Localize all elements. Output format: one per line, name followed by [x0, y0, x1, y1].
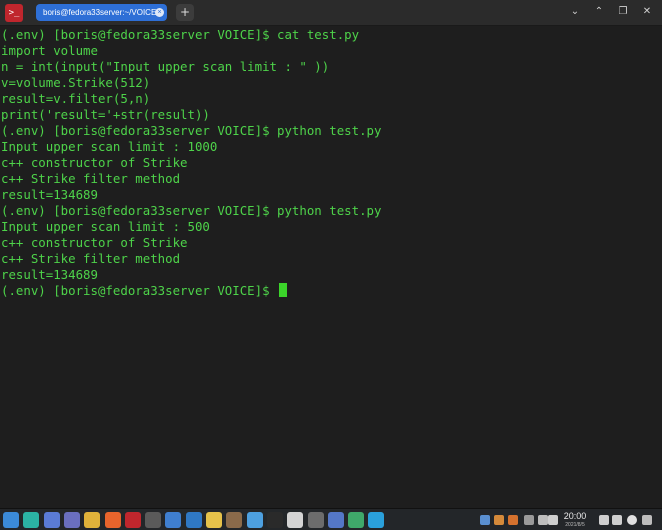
- terminal-line: v=volume.Strike(512): [1, 75, 151, 90]
- terminal-line: c++ constructor of Strike: [1, 235, 188, 250]
- terminal-line: Input upper scan limit : 500: [1, 219, 210, 234]
- pycharm-icon[interactable]: [348, 512, 365, 528]
- terminal-line: (.env) [boris@fedora33server VOICE]$ pyt…: [1, 203, 382, 218]
- sound-icon[interactable]: [307, 512, 324, 528]
- settings-icon[interactable]: [63, 512, 80, 528]
- terminal-prompt: (.env) [boris@fedora33server VOICE]$: [1, 283, 278, 298]
- terminal-line: c++ Strike filter method: [1, 171, 181, 186]
- terminal-line: (.env) [boris@fedora33server VOICE]$ cat…: [1, 27, 360, 42]
- terminal-line: c++ Strike filter method: [1, 251, 181, 266]
- power-tray-icon[interactable]: [627, 515, 637, 525]
- firefox-icon[interactable]: [104, 512, 121, 528]
- tab-terminal-session[interactable]: boris@fedora33server:~/VOICE ×: [36, 4, 167, 21]
- terminal-output[interactable]: (.env) [boris@fedora33server VOICE]$ cat…: [0, 26, 662, 508]
- terminal-line: result=v.filter(5,n): [1, 91, 151, 106]
- terminal-line: Input upper scan limit : 1000: [1, 139, 218, 154]
- terminal-line: import volume: [1, 43, 98, 58]
- notes-icon[interactable]: [206, 512, 222, 528]
- owl-icon[interactable]: [226, 512, 243, 528]
- terminal-line: result=134689: [1, 187, 98, 202]
- pen-tray-icon[interactable]: [538, 515, 548, 525]
- package-tray-icon[interactable]: [494, 515, 504, 525]
- terminal-line: print('result='+str(result)): [1, 107, 210, 122]
- wave-tray-icon[interactable]: [480, 515, 490, 525]
- taskbar: 20:00 2021/8/5: [0, 508, 662, 530]
- telegram-icon[interactable]: [368, 512, 385, 528]
- app-launcher-icon[interactable]: [3, 512, 19, 528]
- terminal-line: (.env) [boris@fedora33server VOICE]$ pyt…: [1, 123, 382, 138]
- terminal-icon[interactable]: [124, 512, 141, 528]
- vim-icon[interactable]: [145, 512, 162, 528]
- record-icon[interactable]: [287, 512, 304, 528]
- jetbrains-icon[interactable]: [266, 512, 283, 528]
- terminal-line: c++ constructor of Strike: [1, 155, 188, 170]
- new-tab-button[interactable]: +: [176, 4, 194, 21]
- text-cursor: [279, 283, 288, 297]
- clock-date: 2021/8/5: [565, 522, 585, 528]
- clock[interactable]: 20:00 2021/8/5: [560, 511, 590, 529]
- tab-title: boris@fedora33server:~/VOICE: [43, 8, 157, 17]
- image-viewer-icon[interactable]: [327, 512, 344, 528]
- qbittorrent-icon[interactable]: [185, 512, 202, 528]
- grid-app-icon[interactable]: [246, 512, 263, 528]
- clipboard-tray-icon[interactable]: [524, 515, 534, 525]
- tab-close-icon[interactable]: ×: [155, 8, 164, 17]
- title-bar: >_ boris@fedora33server:~/VOICE × + ⌄ ⌃ …: [0, 0, 662, 26]
- minimize-button[interactable]: ⌄: [567, 4, 583, 20]
- chrome-icon[interactable]: [84, 512, 101, 528]
- desktop-icon[interactable]: [43, 512, 60, 528]
- desktop-tray-icon[interactable]: [642, 515, 652, 525]
- updates-tray-icon[interactable]: [508, 515, 518, 525]
- terminal-prompt-line[interactable]: (.env) [boris@fedora33server VOICE]$: [1, 283, 662, 299]
- close-button[interactable]: ✕: [639, 4, 655, 20]
- menu-tray-icon[interactable]: [548, 515, 558, 525]
- terminal-line: result=134689: [1, 267, 98, 282]
- volume-tray-icon[interactable]: [612, 515, 622, 525]
- restore-button[interactable]: ❐: [615, 4, 631, 20]
- terminal-line: n = int(input("Input upper scan limit : …: [1, 59, 330, 74]
- clock-time: 20:00: [563, 511, 587, 521]
- network-icon[interactable]: [165, 512, 182, 528]
- maximize-button[interactable]: ⌃: [591, 4, 607, 20]
- terminal-lines: (.env) [boris@fedora33server VOICE]$ cat…: [1, 27, 662, 283]
- file-manager-icon[interactable]: [23, 512, 40, 528]
- eject-tray-icon[interactable]: [599, 515, 609, 525]
- terminal-app-icon: >_: [5, 4, 23, 22]
